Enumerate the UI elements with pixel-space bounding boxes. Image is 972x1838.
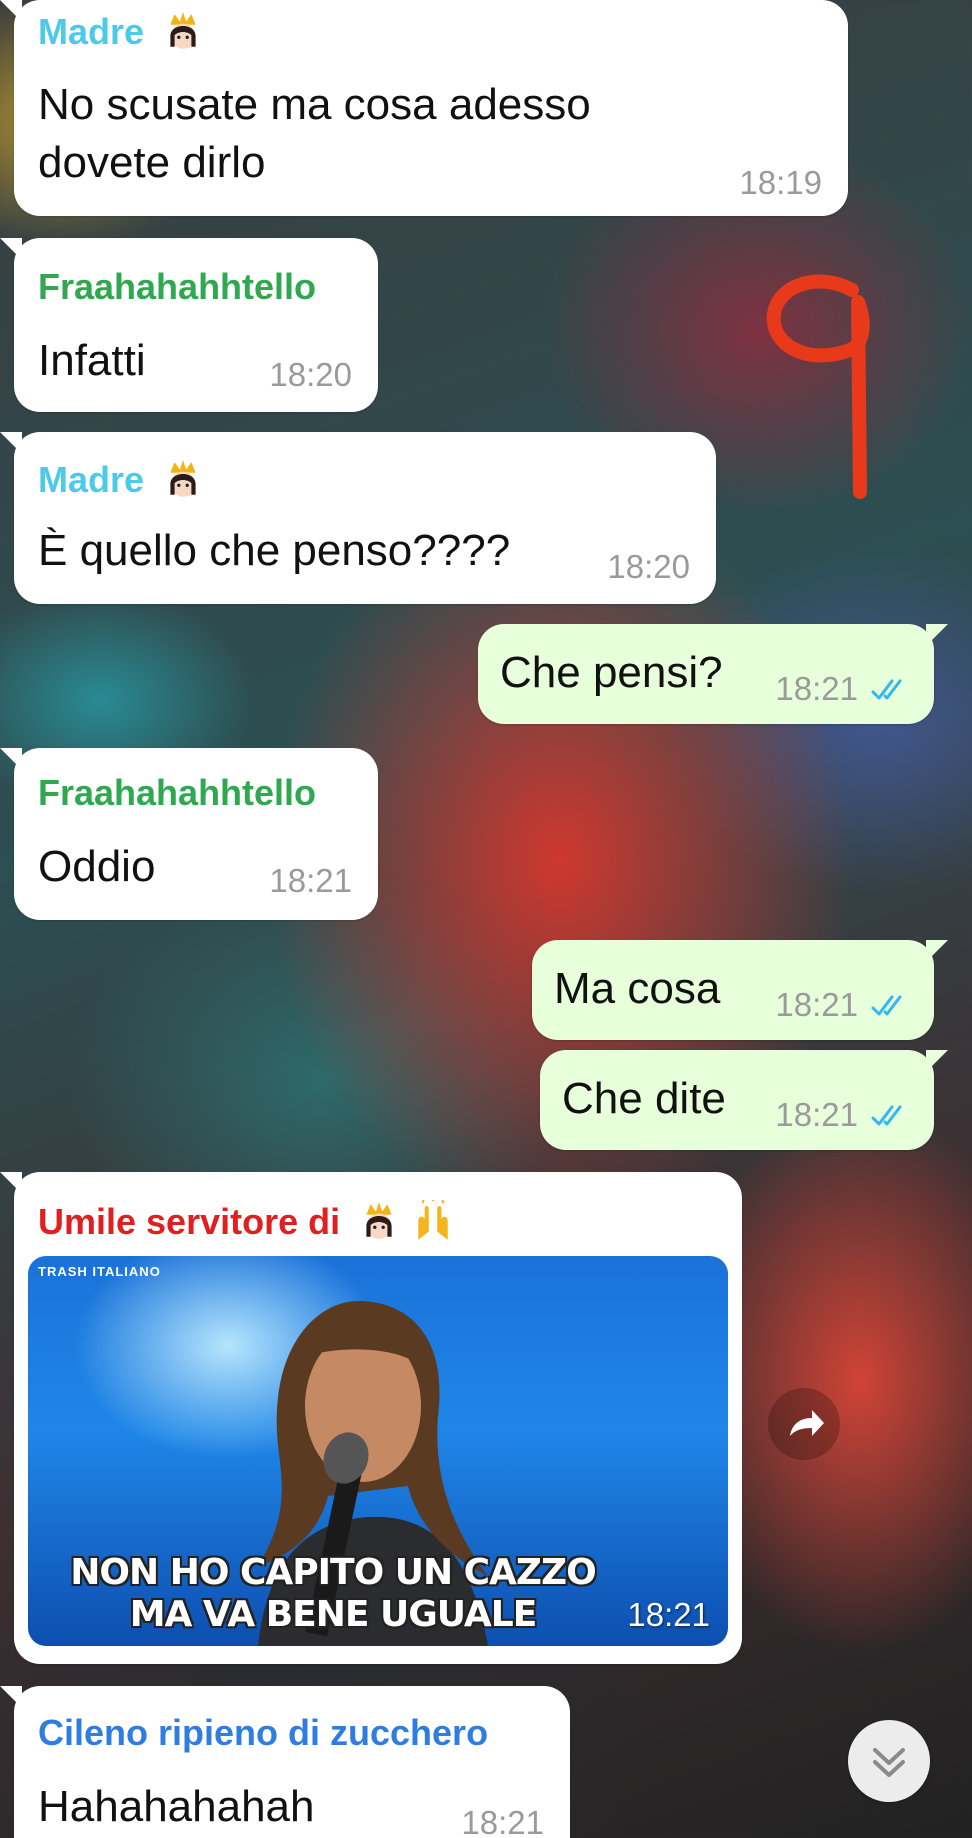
message-time: 18:21 <box>775 986 858 1023</box>
message-bubble-media[interactable]: Umile servitore di TRASH ITALIANO NON HO… <box>0 1172 742 1664</box>
message-text: Che pensi? <box>500 648 723 697</box>
sender-name: Umile servitore di <box>38 1200 454 1243</box>
message-time: 18:21 <box>775 670 858 707</box>
scroll-to-bottom-button[interactable] <box>848 1720 930 1802</box>
message-time: 18:21 <box>269 862 352 899</box>
message-time: 18:21 <box>461 1804 544 1838</box>
message-text: Infatti <box>38 336 146 385</box>
message-bubble[interactable]: Cileno ripieno di zucchero Hahahahahah 1… <box>0 1686 570 1838</box>
message-text: No scusate ma cosa adesso <box>38 80 591 129</box>
message-time: 18:20 <box>607 548 690 585</box>
message-bubble-outgoing[interactable]: Che pensi? 18:21 <box>478 624 948 724</box>
message-time: 18:19 <box>739 164 822 201</box>
message-bubble[interactable]: Madre No scusate ma cosa adesso dovete d… <box>0 0 848 216</box>
message-text: Ma cosa <box>554 964 721 1013</box>
message-text: Che dite <box>562 1074 726 1123</box>
message-bubble[interactable]: Fraahahahhtello Oddio 18:21 <box>0 748 378 920</box>
red-drawn-mark <box>766 274 870 499</box>
message-text: Hahahahahah <box>38 1782 315 1831</box>
gif-caption-line: MA VA BENE UGUALE <box>129 1594 538 1635</box>
princess-emoji <box>170 12 196 49</box>
message-text: dovete dirlo <box>38 138 266 187</box>
forward-arrow-icon <box>790 1410 824 1436</box>
message-text: Oddio <box>38 842 156 891</box>
message-bubble[interactable]: Madre È quello che penso???? 18:20 <box>0 432 716 604</box>
message-time: 18:20 <box>269 356 352 393</box>
princess-emoji <box>170 460 196 497</box>
gif-caption-line: NON HO CAPITO UN CAZZO <box>70 1552 596 1593</box>
message-time: 18:21 <box>775 1096 858 1133</box>
double-chevron-down-icon <box>873 1748 905 1777</box>
message-bubble-outgoing[interactable]: Che dite 18:21 <box>540 1050 948 1150</box>
gif-media[interactable]: TRASH ITALIANO NON HO CAPITO UN CAZZO MA… <box>28 1256 728 1646</box>
message-text: È quello che penso???? <box>38 526 511 575</box>
message-bubble-outgoing[interactable]: Ma cosa 18:21 <box>532 940 948 1040</box>
read-ticks-icon <box>871 995 902 1016</box>
message-time: 18:21 <box>627 1596 710 1633</box>
raising-hands-emoji <box>418 1200 448 1240</box>
message-bubble[interactable]: Fraahahahhtello Infatti 18:20 <box>0 238 378 412</box>
sender-name: Madre <box>38 10 204 53</box>
sender-name: Fraahahahhtello <box>38 772 317 813</box>
sender-name: Cileno ripieno di zucchero <box>38 1712 489 1753</box>
forward-button[interactable] <box>768 1388 840 1460</box>
read-ticks-icon <box>871 679 902 700</box>
sender-name: Fraahahahhtello <box>38 266 317 307</box>
princess-emoji <box>366 1202 392 1239</box>
sender-name: Madre <box>38 458 204 501</box>
read-ticks-icon <box>871 1105 902 1126</box>
